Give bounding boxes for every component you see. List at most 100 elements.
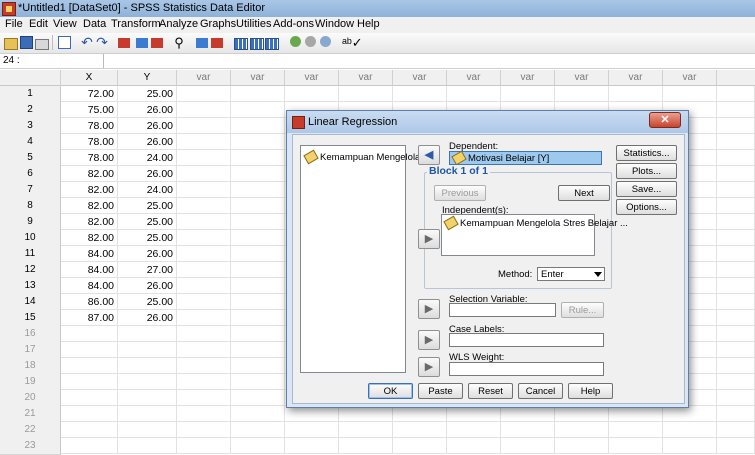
column-header-y[interactable]: Y (118, 70, 177, 86)
cell-x[interactable] (61, 406, 118, 422)
cell-empty[interactable] (447, 86, 501, 102)
cell-empty[interactable] (231, 262, 285, 278)
help-button[interactable]: Help (568, 383, 613, 399)
insert-variable-icon[interactable] (211, 38, 223, 48)
ok-button[interactable]: OK (368, 383, 413, 399)
find-icon[interactable]: ⚲ (172, 36, 186, 49)
cell-x[interactable]: 78.00 (61, 118, 118, 134)
cell-empty[interactable] (717, 342, 755, 358)
cell-empty[interactable] (717, 390, 755, 406)
case-labels-field[interactable] (449, 333, 604, 347)
reset-button[interactable]: Reset (468, 383, 513, 399)
cell-empty[interactable] (339, 86, 393, 102)
row-header[interactable]: 21 (0, 406, 61, 423)
cell-x[interactable]: 84.00 (61, 278, 118, 294)
rule-button[interactable]: Rule... (561, 302, 604, 318)
menu-utilities[interactable]: Utilities (236, 18, 271, 30)
cell-empty[interactable] (663, 438, 717, 454)
cell-x[interactable] (61, 374, 118, 390)
cell-empty[interactable] (231, 102, 285, 118)
source-variable-list[interactable]: Kemampuan Mengelola ... (300, 145, 431, 373)
cell-empty[interactable] (177, 214, 231, 230)
cell-empty[interactable] (231, 278, 285, 294)
cell-empty[interactable] (231, 294, 285, 310)
cell-empty[interactable] (717, 326, 755, 342)
cell-y[interactable] (118, 358, 177, 374)
cell-y[interactable] (118, 374, 177, 390)
cell-empty[interactable] (609, 406, 663, 422)
cell-empty[interactable] (717, 198, 755, 214)
open-icon[interactable] (4, 38, 18, 50)
cell-empty[interactable] (717, 438, 755, 454)
cell-empty[interactable] (663, 422, 717, 438)
cell-empty[interactable] (717, 134, 755, 150)
cell-empty[interactable] (231, 118, 285, 134)
dependent-field[interactable]: Motivasi Belajar [Y] (449, 151, 602, 165)
cell-x[interactable]: 82.00 (61, 166, 118, 182)
row-header[interactable]: 8 (0, 198, 61, 215)
row-header[interactable]: 6 (0, 166, 61, 183)
menu-window[interactable]: Window (315, 18, 354, 30)
cell-y[interactable]: 26.00 (118, 246, 177, 262)
cell-empty[interactable] (393, 406, 447, 422)
cell-empty[interactable] (231, 374, 285, 390)
cell-empty[interactable] (177, 390, 231, 406)
row-header[interactable]: 23 (0, 438, 61, 455)
menu-file[interactable]: File (5, 18, 23, 30)
save-button[interactable]: Save... (616, 181, 677, 197)
cell-empty[interactable] (717, 422, 755, 438)
row-header[interactable]: 4 (0, 134, 61, 151)
cell-empty[interactable] (231, 422, 285, 438)
cell-empty[interactable] (717, 102, 755, 118)
cell-empty[interactable] (393, 438, 447, 454)
next-button[interactable]: Next (558, 185, 610, 201)
cell-empty[interactable] (231, 326, 285, 342)
select-cases-icon[interactable] (265, 38, 279, 50)
cell-empty[interactable] (177, 358, 231, 374)
cell-empty[interactable] (393, 422, 447, 438)
cell-x[interactable]: 82.00 (61, 214, 118, 230)
row-header[interactable]: 2 (0, 102, 61, 119)
row-header[interactable]: 16 (0, 326, 61, 343)
cell-x[interactable] (61, 422, 118, 438)
cell-empty[interactable] (177, 182, 231, 198)
cell-y[interactable] (118, 326, 177, 342)
cell-empty[interactable] (717, 262, 755, 278)
paste-button[interactable]: Paste (418, 383, 463, 399)
row-header[interactable]: 1 (0, 86, 61, 103)
cell-y[interactable]: 25.00 (118, 294, 177, 310)
cell-empty[interactable] (285, 86, 339, 102)
menu-data[interactable]: Data (83, 18, 106, 30)
move-independent-arrow-button[interactable]: ▶ (418, 229, 440, 249)
weight-cases-icon[interactable] (250, 38, 264, 50)
method-dropdown[interactable]: Enter (537, 267, 605, 281)
cell-y[interactable]: 25.00 (118, 198, 177, 214)
column-header-var[interactable]: var (663, 70, 717, 86)
cell-empty[interactable] (231, 166, 285, 182)
cell-empty[interactable] (555, 438, 609, 454)
cell-y[interactable]: 26.00 (118, 310, 177, 326)
cell-empty[interactable] (717, 230, 755, 246)
cell-x[interactable]: 78.00 (61, 150, 118, 166)
menu-help[interactable]: Help (357, 18, 380, 30)
statistics-button[interactable]: Statistics... (616, 145, 677, 161)
cell-empty[interactable] (231, 390, 285, 406)
cell-empty[interactable] (339, 406, 393, 422)
cell-empty[interactable] (285, 406, 339, 422)
cell-empty[interactable] (717, 246, 755, 262)
menu-graphs[interactable]: Graphs (200, 18, 236, 30)
row-header[interactable]: 5 (0, 150, 61, 167)
column-header-var[interactable]: var (177, 70, 231, 86)
cell-empty[interactable] (447, 406, 501, 422)
cell-empty[interactable] (717, 182, 755, 198)
cell-empty[interactable] (177, 134, 231, 150)
cell-empty[interactable] (555, 86, 609, 102)
cell-empty[interactable] (663, 406, 717, 422)
cell-empty[interactable] (717, 374, 755, 390)
cell-empty[interactable] (177, 438, 231, 454)
cell-x[interactable]: 84.00 (61, 262, 118, 278)
cell-x[interactable]: 82.00 (61, 230, 118, 246)
selection-variable-field[interactable] (449, 303, 556, 317)
split-file-icon[interactable] (234, 38, 248, 50)
cell-empty[interactable] (231, 342, 285, 358)
